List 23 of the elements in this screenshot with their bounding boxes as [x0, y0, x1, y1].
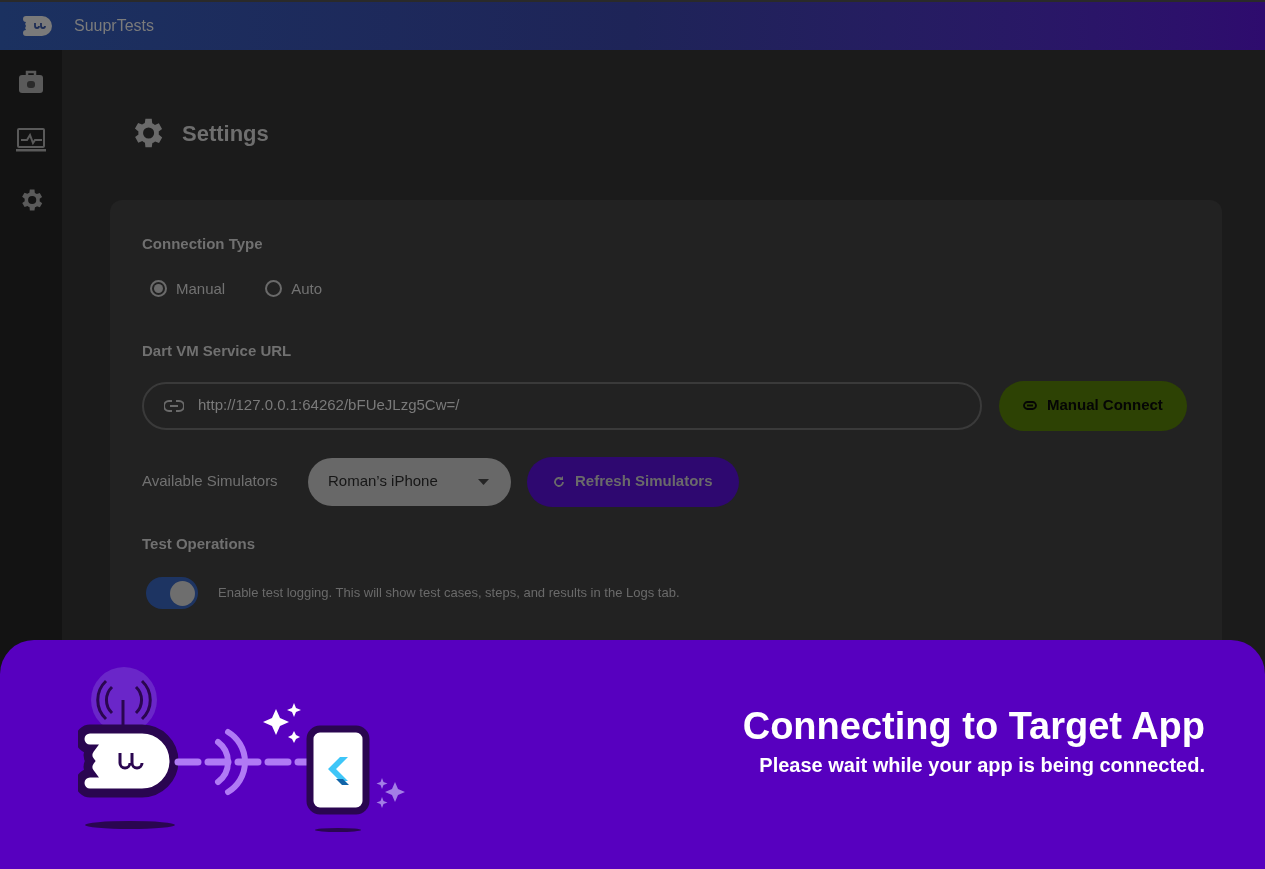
- toggle-label: Enable test logging. This will show test cases, steps, and results in the Logs tab.: [218, 584, 680, 603]
- section-label: Connection Type: [142, 234, 264, 254]
- simulator-dropdown[interactable]: Roman’s iPhone: [308, 457, 511, 506]
- toggle-switch[interactable]: [146, 577, 198, 609]
- field-label: Available Simulators: [142, 471, 279, 492]
- radio-button[interactable]: Auto: [265, 277, 323, 300]
- app-title: SuuprTests: [74, 16, 155, 36]
- manual-connect-button[interactable]: Manual Connect: [999, 380, 1187, 431]
- monitor-icon[interactable]: [16, 128, 46, 152]
- caret-icon: [478, 478, 489, 485]
- briefcase-icon[interactable]: [18, 70, 44, 94]
- refresh-simulators-button[interactable]: Refresh Simulators: [527, 456, 739, 507]
- refresh-icon: [553, 475, 565, 488]
- page-title: Settings: [182, 119, 269, 148]
- url-field[interactable]: http://127.0.0.1:64262/bFUeJLzg5Cw=/: [142, 381, 982, 430]
- link-icon: [164, 399, 184, 412]
- section-label: Test Operations: [142, 533, 257, 554]
- banner-title: Connecting to Target App: [742, 703, 1205, 749]
- section-label: Dart VM Service URL: [142, 341, 293, 361]
- logo-icon: [22, 14, 54, 38]
- radio-button[interactable]: Manual: [150, 277, 226, 300]
- banner-message: Please wait while your app is being connected.: [759, 753, 1205, 779]
- link-icon: [1023, 401, 1037, 410]
